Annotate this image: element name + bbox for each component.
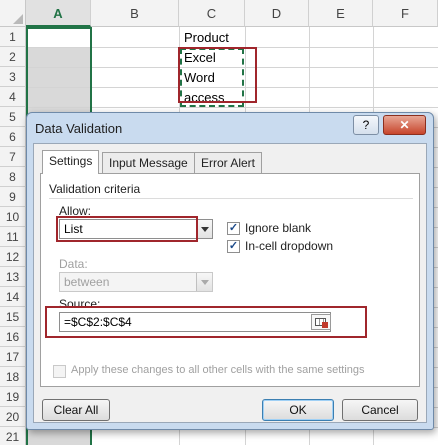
apply-all-checkbox[interactable] (53, 365, 66, 378)
ignore-blank-label[interactable]: Ignore blank (245, 221, 311, 235)
row-header-17[interactable]: 17 (0, 347, 26, 367)
row-header-11[interactable]: 11 (0, 227, 26, 247)
row-header-16[interactable]: 16 (0, 327, 26, 347)
row-header-13[interactable]: 13 (0, 267, 26, 287)
cancel-label: Cancel (361, 403, 399, 417)
row-header-21[interactable]: 21 (0, 427, 26, 445)
cancel-button[interactable]: Cancel (342, 399, 418, 421)
check-icon: ✓ (228, 222, 239, 234)
column-header-c[interactable]: C (179, 0, 245, 27)
apply-all-label: Apply these changes to all other cells w… (71, 364, 365, 376)
settings-panel: Validation criteria Allow: List ✓ Ignore… (40, 173, 420, 387)
help-button[interactable]: ? (353, 115, 379, 135)
tab-input-message[interactable]: Input Message (102, 152, 195, 173)
row-header-9[interactable]: 9 (0, 187, 26, 207)
cell-c1[interactable]: Product (184, 28, 229, 48)
in-cell-dropdown-checkbox[interactable]: ✓ (227, 240, 240, 253)
clear-all-button[interactable]: Clear All (42, 399, 110, 421)
data-label: Data: (59, 257, 88, 271)
clear-all-label: Clear All (53, 403, 99, 417)
row-header-2[interactable]: 2 (0, 47, 26, 67)
tab-settings[interactable]: Settings (42, 150, 100, 174)
row-header-5[interactable]: 5 (0, 107, 26, 127)
select-all-triangle-icon (13, 14, 23, 24)
chevron-down-icon[interactable] (196, 220, 212, 238)
ignore-blank-checkbox[interactable]: ✓ (227, 222, 240, 235)
column-header-d[interactable]: D (245, 0, 309, 27)
source-highlight (45, 306, 367, 338)
tab-error-alert[interactable]: Error Alert (194, 152, 263, 173)
dialog-titlebar[interactable]: Data Validation ? ✕ (27, 113, 433, 143)
data-select-value: between (64, 275, 110, 289)
dialog-title: Data Validation (35, 121, 123, 136)
source-range-highlight (178, 47, 257, 103)
ok-label: OK (289, 403, 307, 417)
row-header-7[interactable]: 7 (0, 147, 26, 167)
data-validation-dialog: Data Validation ? ✕ Settings Input Messa… (26, 112, 434, 430)
row-header-10[interactable]: 10 (0, 207, 26, 227)
ok-button[interactable]: OK (262, 399, 334, 421)
row-header-20[interactable]: 20 (0, 407, 26, 427)
validation-criteria-label: Validation criteria (49, 182, 141, 196)
row-header-12[interactable]: 12 (0, 247, 26, 267)
row-header-14[interactable]: 14 (0, 287, 26, 307)
select-all-corner[interactable] (0, 0, 26, 27)
in-cell-dropdown-label[interactable]: In-cell dropdown (245, 239, 333, 253)
row-header-8[interactable]: 8 (0, 167, 26, 187)
column-header-a[interactable]: A (26, 0, 91, 27)
row-header-1[interactable]: 1 (0, 27, 26, 47)
chevron-down-icon (196, 273, 212, 291)
allow-highlight (56, 216, 198, 242)
row-header-15[interactable]: 15 (0, 307, 26, 327)
data-select: between (59, 272, 213, 292)
row-header-18[interactable]: 18 (0, 367, 26, 387)
row-header-19[interactable]: 19 (0, 387, 26, 407)
column-header-f[interactable]: F (373, 0, 438, 27)
column-header-e[interactable]: E (309, 0, 373, 27)
row-header-6[interactable]: 6 (0, 127, 26, 147)
row-header-3[interactable]: 3 (0, 67, 26, 87)
group-divider (49, 198, 413, 199)
column-header-b[interactable]: B (91, 0, 179, 27)
dialog-client-area: Settings Input Message Error Alert Valid… (33, 143, 427, 423)
row-header-4[interactable]: 4 (0, 87, 26, 107)
close-button[interactable]: ✕ (383, 115, 426, 135)
check-icon: ✓ (228, 240, 239, 252)
